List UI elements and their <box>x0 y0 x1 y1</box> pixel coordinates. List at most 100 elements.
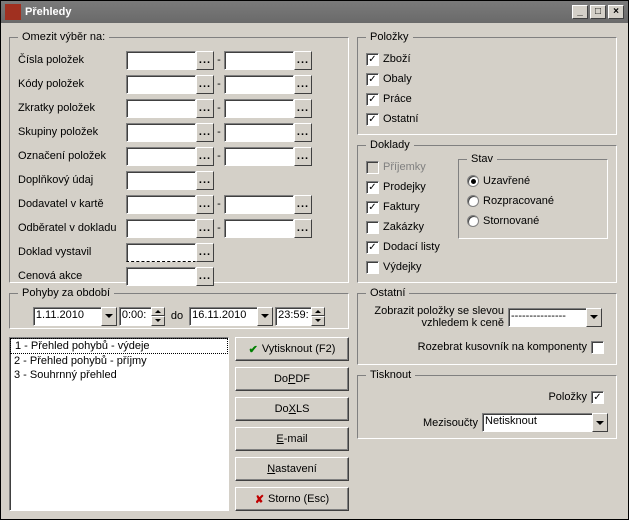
chk-faktury[interactable]: ✓Faktury <box>366 197 458 217</box>
period-legend: Pohyby za období <box>18 287 114 299</box>
rad-rozpracovane[interactable]: Rozpracované <box>467 191 599 211</box>
mezisoucty-value[interactable]: Netisknout <box>482 413 592 432</box>
sleva-value[interactable]: --------------- <box>508 308 586 327</box>
odberatel-from[interactable] <box>126 219 196 238</box>
zkratky-from[interactable] <box>126 99 196 118</box>
chk-vydejky[interactable]: Výdejky <box>366 257 458 277</box>
skupiny-from[interactable] <box>126 123 196 142</box>
rad-stornovane[interactable]: Stornované <box>467 211 599 231</box>
kody-from[interactable] <box>126 75 196 94</box>
oznaceni-to[interactable] <box>224 147 294 166</box>
doklad_vystavil-from-picker[interactable]: ... <box>196 243 214 262</box>
dash-sep: - <box>214 222 224 234</box>
cenova_akce-from-picker[interactable]: ... <box>196 267 214 286</box>
period-to-label: do <box>167 310 187 322</box>
dash-sep: - <box>214 78 224 90</box>
tisk-polozky-label: Položky <box>548 391 591 403</box>
reports-list[interactable]: 1 - Přehled pohybů - výdeje 2 - Přehled … <box>9 337 229 511</box>
time-from-spin[interactable] <box>151 307 165 326</box>
email-button[interactable]: E-mail <box>235 427 349 451</box>
minimize-button[interactable]: _ <box>572 5 588 19</box>
oznaceni-to-picker[interactable]: ... <box>294 147 312 166</box>
polozky-legend: Položky <box>366 31 413 43</box>
polozky-group: Položky ✓Zboží ✓Obaly ✓Práce ✓Ostatní <box>357 31 617 135</box>
cisla-from-picker[interactable]: ... <box>196 51 214 70</box>
date-from-value[interactable]: 1.11.2010 <box>33 307 101 326</box>
limit-label-skupiny: Skupiny položek <box>18 126 126 138</box>
doplnkovy-from-picker[interactable]: ... <box>196 171 214 190</box>
stav-legend: Stav <box>467 153 497 165</box>
ostatni-group: Ostatní Zobrazit položky se slevou vzhle… <box>357 287 617 365</box>
titlebar: Přehledy _ □ × <box>1 1 628 23</box>
time-to-spin[interactable] <box>311 307 325 326</box>
xls-button[interactable]: Do XLS <box>235 397 349 421</box>
limit-label-cisla: Čísla položek <box>18 54 126 66</box>
time-to-value[interactable]: 23:59: <box>275 307 311 326</box>
limit-label-doklad_vystavil: Doklad vystavil <box>18 246 126 258</box>
zkratky-to[interactable] <box>224 99 294 118</box>
kody-to[interactable] <box>224 75 294 94</box>
date-from-dropdown[interactable] <box>101 307 117 326</box>
zkratky-to-picker[interactable]: ... <box>294 99 312 118</box>
dash-sep: - <box>214 198 224 210</box>
kusovnik-label: Rozebrat kusovník na komponenty <box>418 341 591 353</box>
list-item[interactable]: 2 - Přehled pohybů - příjmy <box>10 354 228 368</box>
mezisoucty-dropdown[interactable] <box>592 413 608 432</box>
date-to[interactable]: 16.11.2010 <box>189 307 273 326</box>
kody-from-picker[interactable]: ... <box>196 75 214 94</box>
chk-prace[interactable]: ✓Práce <box>366 89 608 109</box>
sleva-label: Zobrazit položky se slevou vzhledem k ce… <box>366 305 508 329</box>
odberatel-to[interactable] <box>224 219 294 238</box>
chk-obaly[interactable]: ✓Obaly <box>366 69 608 89</box>
cancel-button[interactable]: ✘ Storno (Esc) <box>235 487 349 511</box>
date-to-dropdown[interactable] <box>257 307 273 326</box>
zkratky-from-picker[interactable]: ... <box>196 99 214 118</box>
dash-sep: - <box>214 150 224 162</box>
time-to[interactable]: 23:59: <box>275 307 325 326</box>
maximize-button[interactable]: □ <box>590 5 606 19</box>
skupiny-from-picker[interactable]: ... <box>196 123 214 142</box>
dodavatel-to-picker[interactable]: ... <box>294 195 312 214</box>
chk-prodejky[interactable]: ✓Prodejky <box>366 177 458 197</box>
app-icon <box>5 4 21 20</box>
date-from[interactable]: 1.11.2010 <box>33 307 117 326</box>
kody-to-picker[interactable]: ... <box>294 75 312 94</box>
close-button[interactable]: × <box>608 5 624 19</box>
oznaceni-from[interactable] <box>126 147 196 166</box>
sleva-combo[interactable]: --------------- <box>508 308 602 327</box>
pdf-button[interactable]: Do PDF <box>235 367 349 391</box>
list-item[interactable]: 1 - Přehled pohybů - výdeje <box>10 338 228 354</box>
cenova_akce-from[interactable] <box>126 267 196 286</box>
print-button[interactable]: ✔ Vytisknout (F2) <box>235 337 349 361</box>
time-from-value[interactable]: 0:00: <box>119 307 151 326</box>
chk-zakazky[interactable]: Zakázky <box>366 217 458 237</box>
doplnkovy-from[interactable] <box>126 171 196 190</box>
time-from[interactable]: 0:00: <box>119 307 165 326</box>
odberatel-from-picker[interactable]: ... <box>196 219 214 238</box>
oznaceni-from-picker[interactable]: ... <box>196 147 214 166</box>
rad-uzavrene[interactable]: Uzavřené <box>467 171 599 191</box>
dodavatel-from[interactable] <box>126 195 196 214</box>
chk-zbozi[interactable]: ✓Zboží <box>366 49 608 69</box>
cisla-to-picker[interactable]: ... <box>294 51 312 70</box>
chk-dodaci[interactable]: ✓Dodací listy <box>366 237 458 257</box>
skupiny-to-picker[interactable]: ... <box>294 123 312 142</box>
chk-kusovnik[interactable] <box>591 337 608 357</box>
date-to-value[interactable]: 16.11.2010 <box>189 307 257 326</box>
limit-label-oznaceni: Označení položek <box>18 150 126 162</box>
ostatni-legend: Ostatní <box>366 287 409 299</box>
settings-button[interactable]: Nastavení <box>235 457 349 481</box>
list-item[interactable]: 3 - Souhrnný přehled <box>10 368 228 382</box>
odberatel-to-picker[interactable]: ... <box>294 219 312 238</box>
cisla-from[interactable] <box>126 51 196 70</box>
sleva-dropdown[interactable] <box>586 308 602 327</box>
dodavatel-from-picker[interactable]: ... <box>196 195 214 214</box>
mezisoucty-combo[interactable]: Netisknout <box>482 413 608 432</box>
dodavatel-to[interactable] <box>224 195 294 214</box>
chk-ostatni[interactable]: ✓Ostatní <box>366 109 608 129</box>
window: Přehledy _ □ × Omezit výběr na: Čísla po… <box>0 0 629 520</box>
skupiny-to[interactable] <box>224 123 294 142</box>
doklad_vystavil-from[interactable] <box>126 243 196 262</box>
chk-tisk-polozky[interactable]: ✓ <box>591 387 608 407</box>
cisla-to[interactable] <box>224 51 294 70</box>
